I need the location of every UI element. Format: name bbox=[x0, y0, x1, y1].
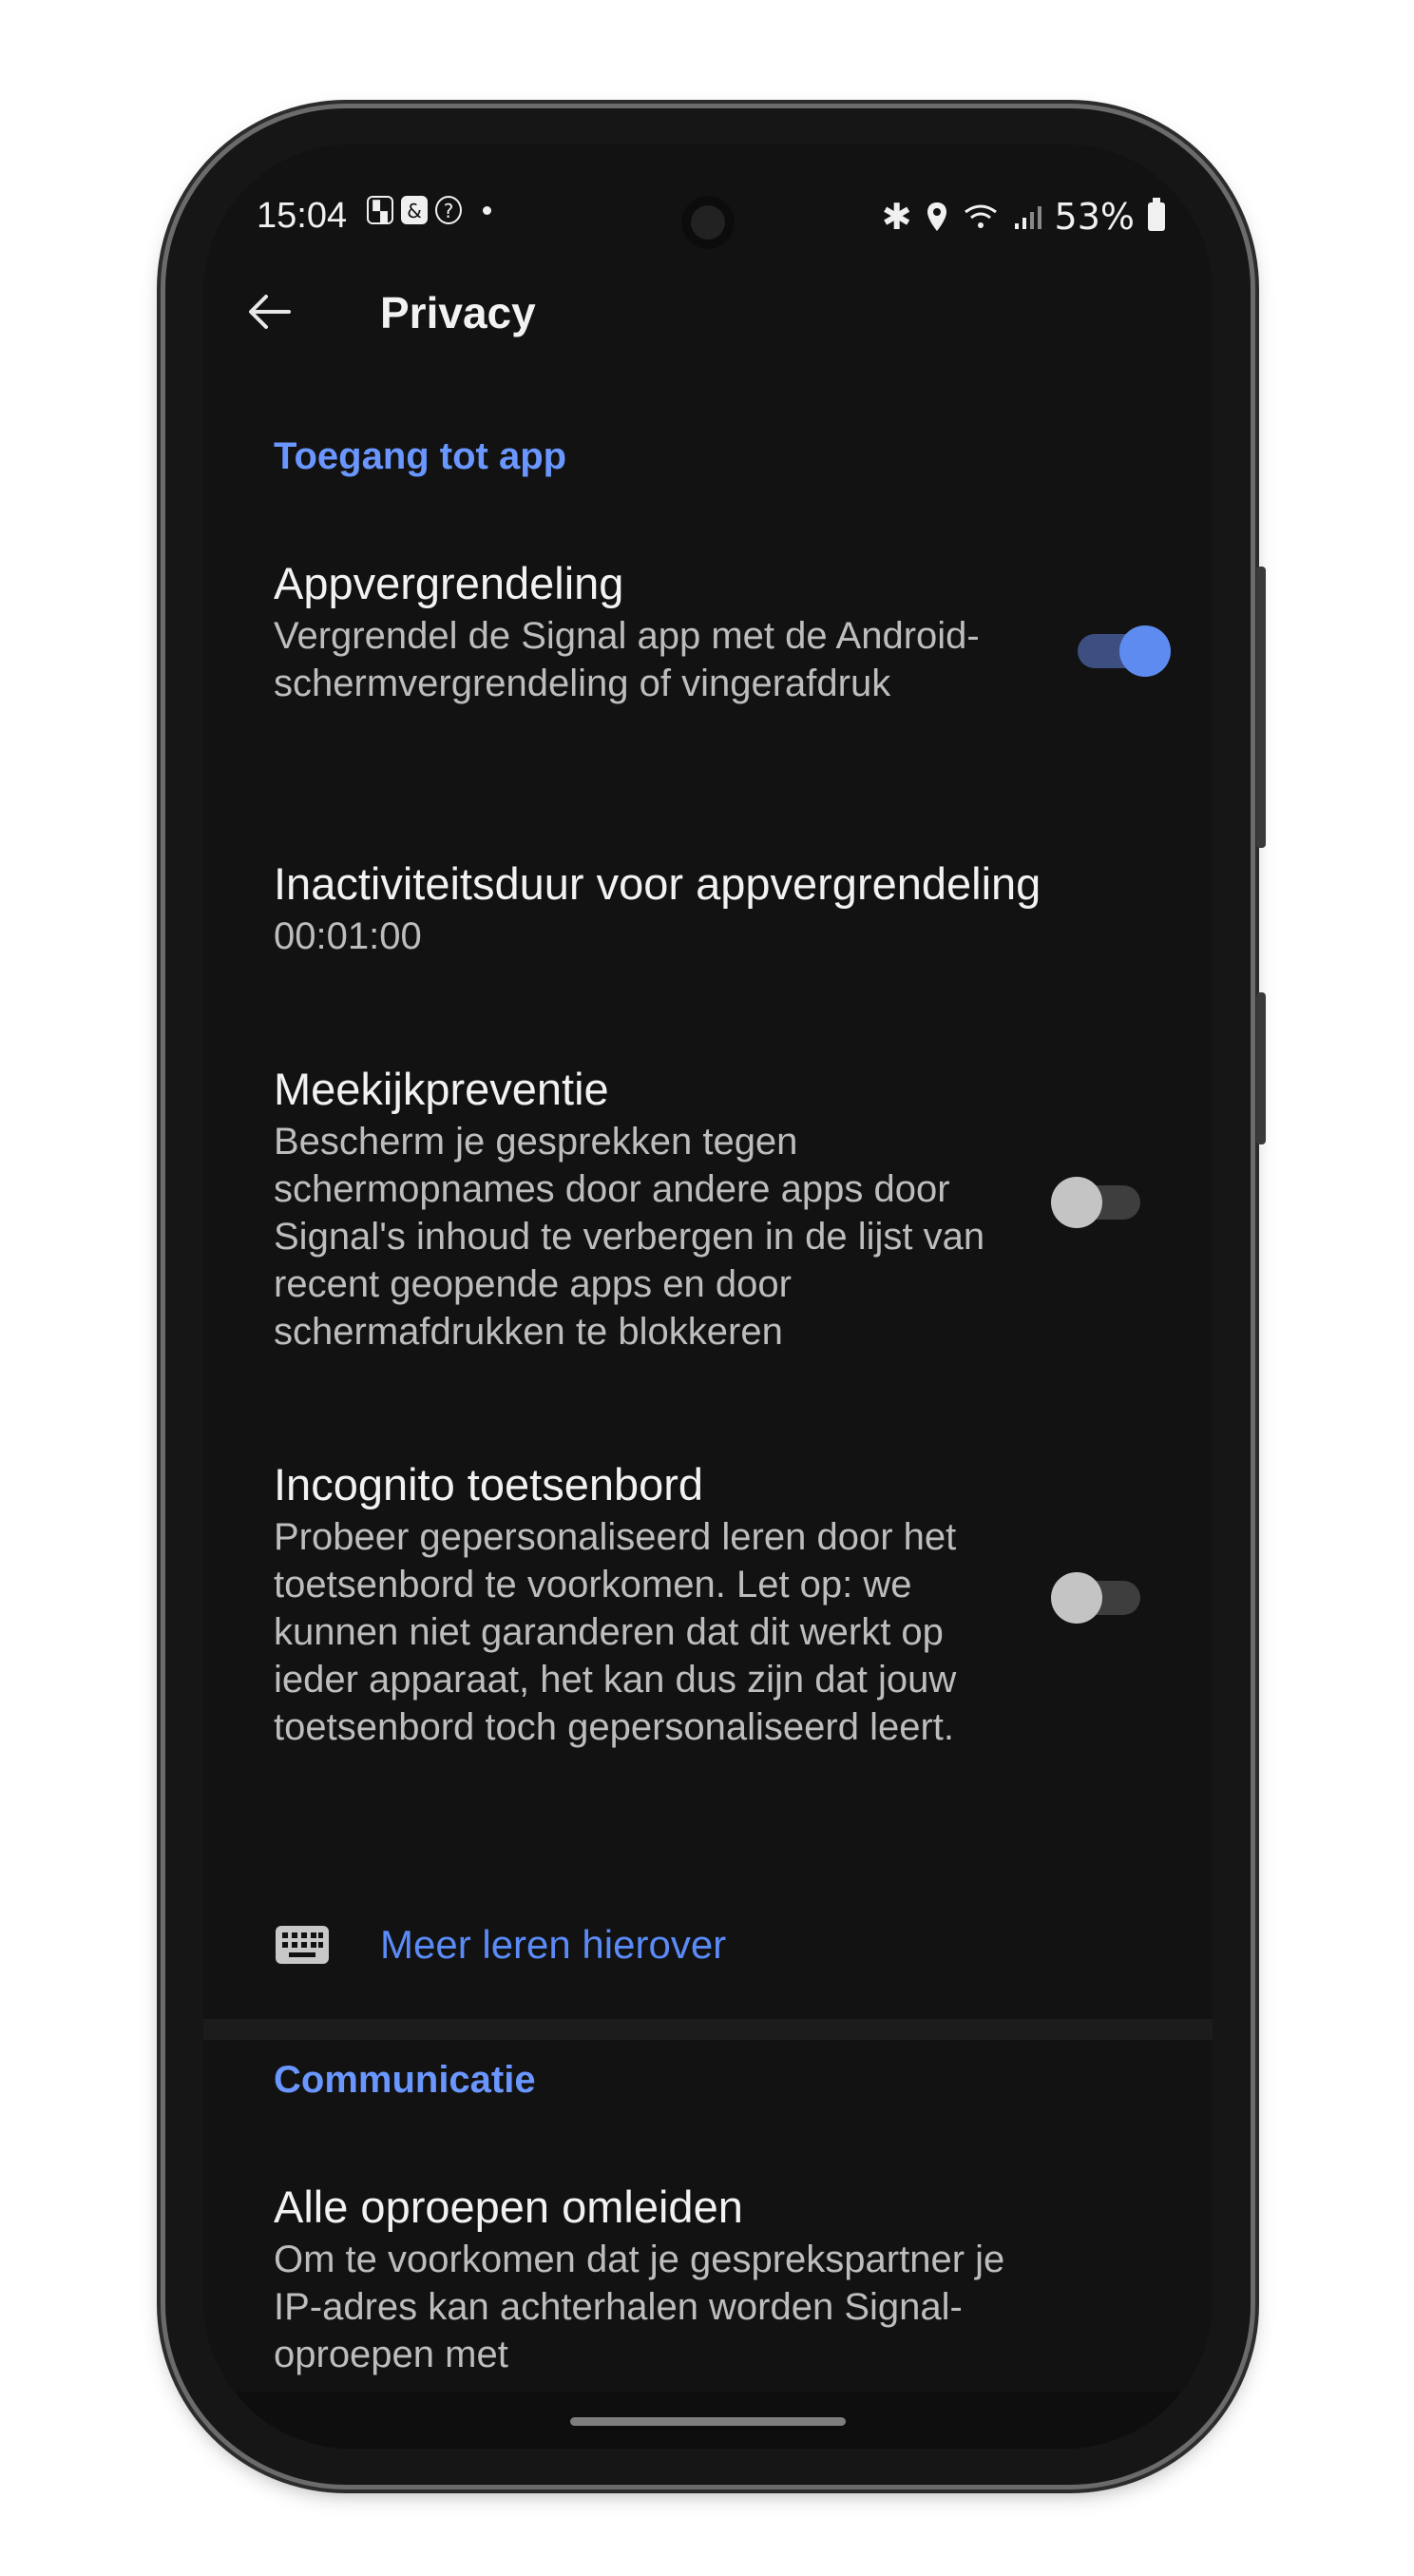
relay-calls-title: Alle oproepen omleiden bbox=[274, 2182, 743, 2232]
screen-security-description: Bescherm je gesprekken tegen schermopnam… bbox=[274, 1121, 985, 1353]
navigation-bar bbox=[203, 2392, 1213, 2449]
learn-more-label: Meer leren hierover bbox=[380, 1922, 727, 1967]
bluetooth-icon: ✱ bbox=[881, 196, 912, 238]
power-button bbox=[1256, 567, 1266, 848]
wifi-icon bbox=[964, 204, 997, 228]
app-lock-toggle[interactable] bbox=[1078, 625, 1171, 677]
section-header-communication: Communicatie bbox=[274, 2059, 536, 2101]
phone-frame: 15:04 ▚ & ? ✱ 53% Privacy Toegang tot ap… bbox=[165, 108, 1266, 2485]
battery-icon bbox=[1148, 198, 1165, 231]
incognito-keyboard-title: Incognito toetsenbord bbox=[274, 1459, 704, 1509]
setting-screen-security[interactable]: Meekijkpreventie Bescherm je gesprekken … bbox=[274, 1061, 1175, 1355]
system-icons: ✱ 53% bbox=[882, 196, 1165, 238]
signal-icon bbox=[1014, 206, 1041, 229]
section-divider bbox=[203, 2019, 1213, 2040]
flipboard-icon: ▚ bbox=[367, 196, 393, 224]
dot-icon bbox=[483, 205, 491, 215]
setting-inactivity-timeout[interactable]: Inactiviteitsduur voor appvergrendeling … bbox=[274, 855, 1175, 960]
location-icon bbox=[927, 202, 946, 231]
ampersand-icon: & bbox=[401, 196, 428, 224]
inactivity-title: Inactiviteitsduur voor appvergrendeling bbox=[274, 858, 1041, 909]
learn-more-link[interactable]: Meer leren hierover bbox=[274, 1922, 726, 1968]
screen-security-title: Meekijkpreventie bbox=[274, 1064, 609, 1114]
notification-icons: ▚ & ? bbox=[367, 196, 491, 224]
help-icon: ? bbox=[435, 196, 462, 224]
setting-relay-calls[interactable]: Alle oproepen omleiden Om te voorkomen d… bbox=[274, 2179, 1175, 2378]
arrow-left-icon[interactable] bbox=[241, 283, 298, 340]
setting-incognito-keyboard[interactable]: Incognito toetsenbord Probeer gepersonal… bbox=[274, 1456, 1175, 1751]
battery-percentage: 53% bbox=[1054, 196, 1135, 238]
screen-security-toggle[interactable] bbox=[1051, 1177, 1144, 1228]
section-header-app-access: Toegang tot app bbox=[274, 435, 567, 477]
inactivity-value: 00:01:00 bbox=[274, 915, 422, 957]
setting-app-lock[interactable]: Appvergrendeling Vergrendel de Signal ap… bbox=[274, 555, 1175, 707]
app-lock-title: Appvergrendeling bbox=[274, 558, 624, 608]
app-lock-description: Vergrendel de Signal app met de Android-… bbox=[274, 615, 980, 704]
keyboard-icon bbox=[276, 1926, 329, 1964]
status-time: 15:04 bbox=[257, 196, 348, 236]
page-title: Privacy bbox=[380, 288, 536, 337]
front-camera bbox=[681, 196, 735, 249]
incognito-keyboard-description: Probeer gepersonaliseerd leren door het … bbox=[274, 1516, 957, 1748]
screen: 15:04 ▚ & ? ✱ 53% Privacy Toegang tot ap… bbox=[203, 144, 1213, 2449]
status-bar: 15:04 ▚ & ? ✱ 53% bbox=[203, 183, 1213, 249]
home-indicator[interactable] bbox=[570, 2417, 846, 2426]
relay-calls-description: Om te voorkomen dat je gesprekspartner j… bbox=[274, 2239, 1005, 2375]
incognito-keyboard-toggle[interactable] bbox=[1051, 1572, 1144, 1624]
app-bar: Privacy bbox=[203, 259, 1213, 363]
volume-button bbox=[1256, 992, 1266, 1144]
